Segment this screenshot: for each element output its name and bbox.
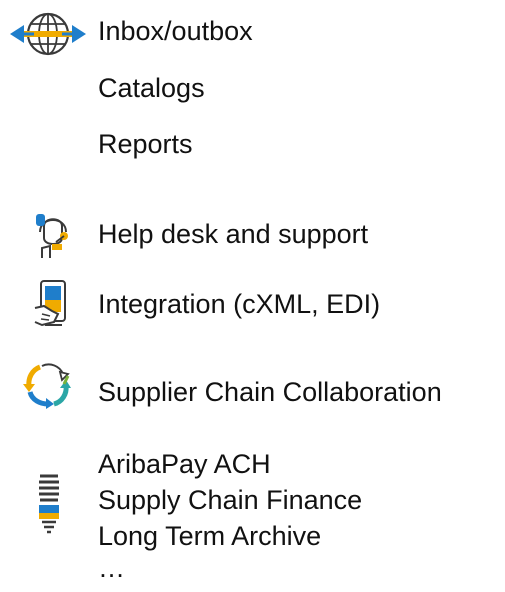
more-ellipsis: … xyxy=(98,553,125,583)
long-term-archive-link[interactable]: Long Term Archive xyxy=(98,520,321,552)
headset-agent-icon xyxy=(34,210,72,265)
inbox-outbox-label[interactable]: Inbox/outbox xyxy=(98,15,253,47)
integration-label[interactable]: Integration (cXML, EDI) xyxy=(98,288,380,320)
aribapay-ach-link[interactable]: AribaPay ACH xyxy=(98,448,271,480)
mobile-hand-icon xyxy=(32,278,72,335)
catalogs-label[interactable]: Catalogs xyxy=(98,72,205,104)
globe-arrows-icon xyxy=(8,10,88,63)
help-desk-label[interactable]: Help desk and support xyxy=(98,218,368,250)
menu-item-catalogs[interactable]: Catalogs xyxy=(0,72,505,104)
menu-item-collaboration[interactable]: Supplier Chain Collaboration xyxy=(0,358,505,409)
menu-group-extras: AribaPay ACH Supply Chain Finance Long T… xyxy=(0,448,505,588)
menu-item-integration[interactable]: Integration (cXML, EDI) xyxy=(0,278,505,330)
recycle-arrows-icon xyxy=(20,358,74,415)
supply-chain-finance-link[interactable]: Supply Chain Finance xyxy=(98,484,362,516)
reports-label[interactable]: Reports xyxy=(98,128,193,160)
menu-item-inbox-outbox[interactable]: Inbox/outbox xyxy=(0,10,505,56)
menu-item-help-desk[interactable]: Help desk and support xyxy=(0,210,505,258)
collaboration-label[interactable]: Supplier Chain Collaboration xyxy=(98,376,442,408)
lightbulb-icon xyxy=(34,470,64,541)
menu-item-reports[interactable]: Reports xyxy=(0,128,505,160)
